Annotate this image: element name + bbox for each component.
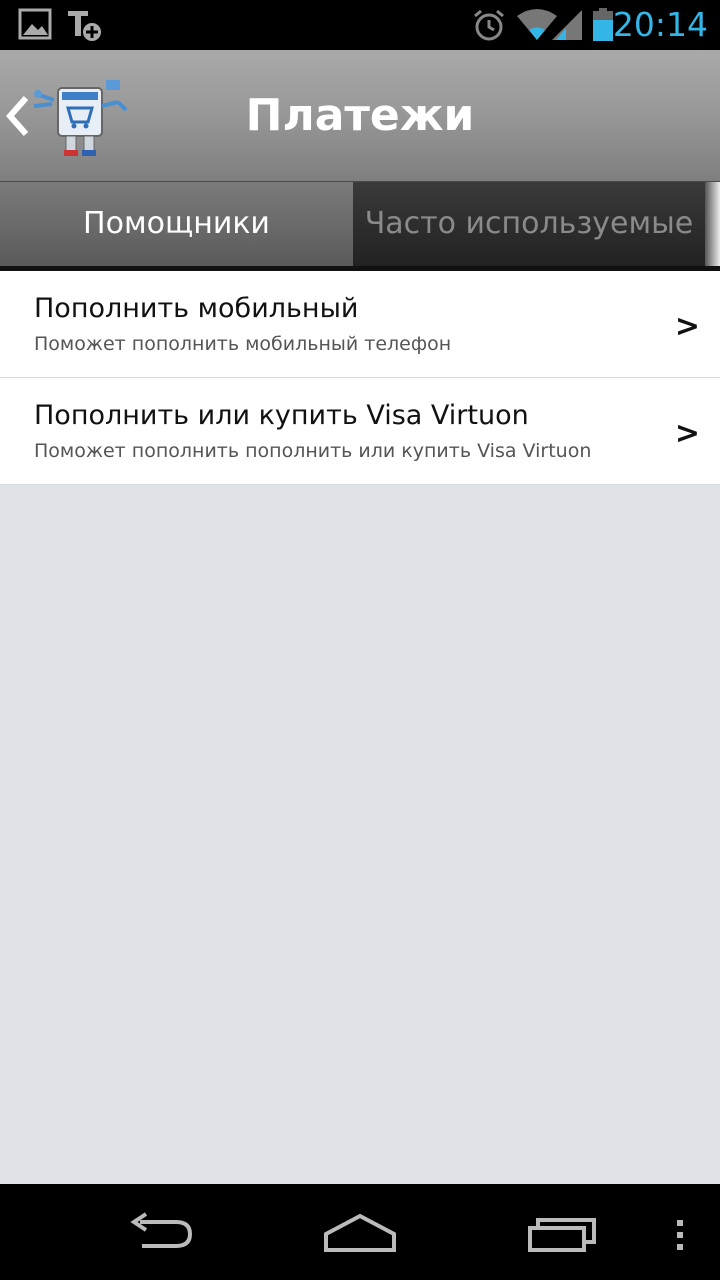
text-plus-icon <box>66 8 104 48</box>
navigation-bar <box>0 1184 720 1280</box>
list-item-title: Пополнить мобильный <box>34 293 359 324</box>
alarm-icon <box>472 8 506 46</box>
page-title: Платежи <box>245 90 475 141</box>
image-notification-icon <box>18 8 52 44</box>
recent-apps-icon[interactable] <box>524 1204 604 1264</box>
tab-bar: Помощники платежей Часто используемые <box>0 182 720 325</box>
list-item-visa-virtuon[interactable]: Пополнить или купить Visa Virtuon Поможе… <box>0 378 720 485</box>
list-item-subtitle: Поможет пополнить мобильный телефон <box>34 333 452 355</box>
back-icon[interactable] <box>124 1204 196 1264</box>
chevron-right-icon: > <box>674 309 700 344</box>
tab-frequently-used[interactable]: Часто используемые <box>353 182 705 266</box>
action-bar: Платежи <box>0 50 720 182</box>
overflow-menu-icon[interactable] <box>672 1204 688 1264</box>
tab-payment-helpers[interactable]: Помощники платежей <box>0 182 353 325</box>
status-bar: 20:14 <box>0 0 720 50</box>
payment-helpers-list: Пополнить мобильный Поможет пополнить мо… <box>0 271 720 485</box>
status-time: 20:14 <box>612 5 708 44</box>
tab-scroll-edge <box>705 182 720 266</box>
battery-icon <box>592 8 614 46</box>
list-item-title: Пополнить или купить Visa Virtuon <box>34 400 529 431</box>
signal-icon <box>552 8 584 46</box>
list-item-top-up-mobile[interactable]: Пополнить мобильный Поможет пополнить мо… <box>0 271 720 378</box>
chevron-right-icon: > <box>674 416 700 451</box>
home-icon[interactable] <box>320 1204 400 1264</box>
list-item-subtitle: Поможет пополнить пополнить или купить V… <box>34 440 592 462</box>
